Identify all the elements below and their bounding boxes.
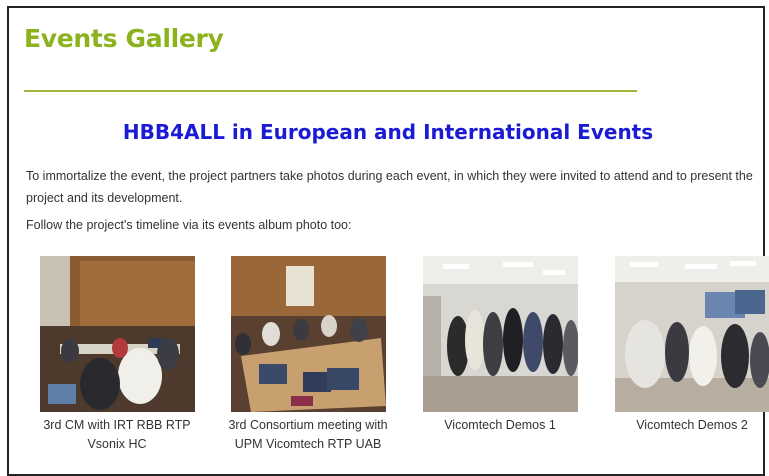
gallery-caption: Vicomtech Demos 1 [415, 416, 585, 435]
gallery-caption: 3rd CM with IRT RBB RTP Vsonix HC [32, 416, 202, 454]
intro-paragraph: To immortalize the event, the project pa… [26, 165, 756, 209]
gallery-caption: 3rd Consortium meeting with UPM Vicomtec… [223, 416, 393, 454]
gallery-caption: Vicomtech Demos 2 [607, 416, 769, 435]
gallery-item-4[interactable]: Vicomtech Demos 2 [607, 256, 769, 435]
meeting-table-photo[interactable] [231, 256, 386, 412]
follow-paragraph: Follow the project's timeline via its ev… [26, 218, 351, 232]
demo-crowd-photo[interactable] [615, 256, 769, 412]
page-title: Events Gallery [24, 24, 224, 53]
events-gallery: 3rd CM with IRT RBB RTP Vsonix HC [9, 256, 767, 476]
gallery-item-2[interactable]: 3rd Consortium meeting with UPM Vicomtec… [223, 256, 393, 454]
title-divider [24, 90, 637, 92]
gallery-item-1[interactable]: 3rd CM with IRT RBB RTP Vsonix HC [32, 256, 202, 454]
gallery-item-3[interactable]: Vicomtech Demos 1 [415, 256, 585, 435]
demo-crowd-photo[interactable] [423, 256, 578, 412]
section-heading: HBB4ALL in European and International Ev… [9, 120, 767, 144]
meeting-room-photo[interactable] [40, 256, 195, 412]
content-frame: Events Gallery HBB4ALL in European and I… [7, 6, 765, 476]
